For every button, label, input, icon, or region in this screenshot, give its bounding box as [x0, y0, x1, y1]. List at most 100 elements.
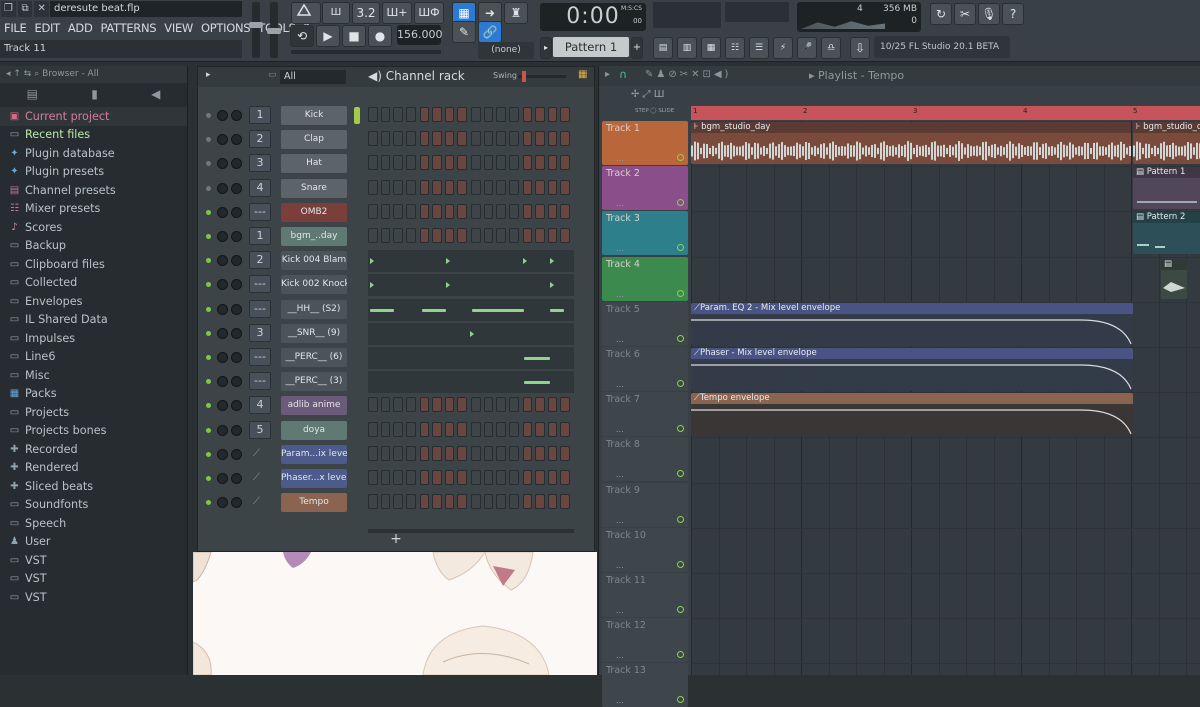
volume-knob[interactable]	[231, 424, 242, 436]
piano-roll-preview[interactable]	[368, 347, 574, 369]
snap-tool-button[interactable]: ✎	[452, 21, 476, 43]
download-button[interactable]: ⇩	[850, 37, 870, 59]
step-button[interactable]	[547, 228, 558, 243]
channel-mute-led[interactable]	[206, 137, 211, 143]
step-button[interactable]	[405, 228, 416, 243]
track-header[interactable]: Track 13...	[602, 663, 688, 707]
step-button[interactable]	[444, 228, 455, 243]
step-button[interactable]	[535, 179, 545, 195]
mixer-button[interactable]: ☷	[725, 37, 745, 59]
swing-slider[interactable]	[518, 71, 566, 82]
mixer-track-number[interactable]: 1	[249, 227, 271, 245]
step-button[interactable]	[560, 131, 570, 147]
help-button[interactable]: ?	[1002, 3, 1024, 25]
step-button[interactable]	[432, 131, 442, 147]
step-button[interactable]	[471, 131, 481, 147]
browser-item[interactable]: ✦ Plugin database	[0, 144, 187, 163]
menu-patterns[interactable]: PATTERNS	[97, 19, 161, 37]
pattern-clip[interactable]: ▤ Pattern 2	[1133, 212, 1200, 255]
channel-mute-led[interactable]	[206, 209, 211, 215]
channel-mute-led[interactable]	[206, 427, 211, 433]
step-button[interactable]	[483, 494, 494, 510]
step-button[interactable]	[522, 155, 533, 171]
step-sequencer[interactable]	[368, 470, 574, 487]
step-button[interactable]	[535, 203, 545, 219]
step-button[interactable]	[483, 228, 494, 243]
step-sequencer[interactable]	[368, 228, 574, 245]
track-header[interactable]: Track 11...	[602, 573, 688, 617]
step-button[interactable]	[405, 470, 416, 485]
menu-view[interactable]: VIEW	[160, 19, 197, 37]
step-button[interactable]	[444, 203, 455, 219]
step-button[interactable]	[496, 397, 506, 413]
step-button[interactable]	[432, 228, 442, 243]
step-button[interactable]	[522, 397, 533, 413]
step-button[interactable]	[380, 228, 391, 243]
step-button[interactable]	[496, 107, 506, 122]
volume-knob[interactable]	[231, 182, 242, 194]
step-button[interactable]	[522, 494, 533, 510]
channel-row[interactable]: 1 Kick	[198, 105, 594, 127]
step-button[interactable]	[380, 397, 391, 413]
step-button[interactable]	[496, 155, 506, 171]
step-button[interactable]	[471, 421, 481, 437]
step-button[interactable]	[496, 203, 506, 219]
step-button[interactable]	[380, 203, 391, 219]
volume-knob[interactable]	[231, 352, 242, 363]
step-button[interactable]	[444, 397, 455, 413]
step-button[interactable]	[457, 131, 467, 147]
step-button[interactable]	[535, 470, 545, 485]
volume-knob[interactable]	[231, 255, 242, 267]
menu-file[interactable]: FILE	[0, 19, 30, 37]
step-button[interactable]	[496, 131, 506, 147]
step-button[interactable]	[380, 421, 391, 437]
play-button[interactable]: ▶	[316, 25, 340, 47]
browser-button[interactable]: ☰	[749, 37, 769, 59]
volume-knob[interactable]	[231, 206, 242, 218]
step-button[interactable]	[368, 131, 378, 147]
pan-knob[interactable]	[217, 400, 228, 412]
track-mute-led[interactable]	[677, 289, 684, 297]
browser-item[interactable]: ▭ Projects	[0, 403, 187, 422]
step-button[interactable]	[535, 445, 545, 461]
step-button[interactable]	[496, 179, 506, 195]
step-button[interactable]	[405, 107, 416, 122]
step-button[interactable]	[508, 470, 519, 485]
channel-row[interactable]: --- Kick 002 Knock	[198, 274, 594, 297]
volume-knob[interactable]	[231, 303, 242, 315]
track-header[interactable]: Track 4...	[602, 256, 688, 301]
step-button[interactable]	[432, 155, 442, 171]
step-button[interactable]	[457, 179, 467, 195]
channel-mute-led[interactable]	[206, 500, 211, 506]
step-button[interactable]	[432, 470, 442, 485]
step-button[interactable]	[419, 494, 430, 510]
blend-notes-button[interactable]: Ш+	[382, 2, 412, 24]
mixer-track-number[interactable]: ---	[249, 299, 271, 318]
pan-knob[interactable]	[217, 497, 228, 509]
step-sequencer[interactable]	[368, 155, 574, 172]
step-button[interactable]	[522, 179, 533, 195]
step-button[interactable]	[496, 470, 506, 485]
step-button[interactable]	[508, 107, 519, 122]
step-button[interactable]	[457, 203, 467, 219]
step-button[interactable]	[508, 421, 519, 437]
snap-select[interactable]: (none)	[478, 42, 534, 59]
step-button[interactable]	[419, 228, 430, 243]
step-button[interactable]	[432, 397, 442, 413]
channel-row[interactable]: --- __PERC__ (3)	[198, 371, 594, 394]
channel-row[interactable]: --- __PERC__ (6)	[198, 347, 594, 369]
channel-mute-led[interactable]	[206, 355, 211, 360]
step-button[interactable]	[444, 179, 455, 195]
browser-item[interactable]: ▭ Backup	[0, 237, 187, 256]
step-button[interactable]	[419, 155, 430, 171]
step-button[interactable]	[483, 397, 494, 413]
step-button[interactable]	[444, 107, 455, 122]
step-button[interactable]	[393, 397, 403, 413]
playlist-view-button[interactable]: ▤	[653, 37, 673, 59]
channel-mute-led[interactable]	[206, 234, 211, 239]
volume-knob[interactable]	[231, 158, 242, 170]
step-button[interactable]	[380, 107, 391, 122]
step-button[interactable]	[560, 494, 570, 510]
record-button[interactable]: ●	[368, 25, 392, 47]
browser-item[interactable]: ▭ VST	[0, 551, 187, 570]
